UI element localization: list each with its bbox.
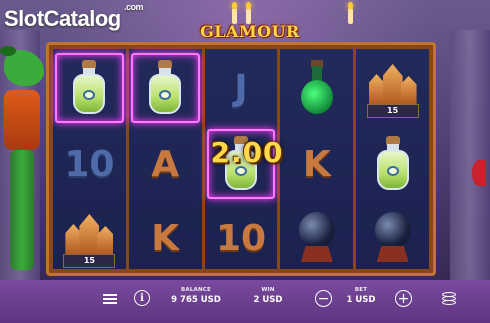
symbol-label: 10	[215, 217, 267, 259]
symbol-crystal: 15	[356, 51, 429, 125]
reel-5: 15	[356, 49, 429, 269]
symbol-label: A	[151, 143, 180, 185]
info-icon[interactable]: i	[134, 290, 150, 306]
balance-label: BALANCE	[180, 287, 211, 293]
symbol-orb	[280, 201, 353, 275]
balance-display: BALANCE 9 765 USD	[164, 287, 228, 305]
symbol-10: 10	[205, 201, 278, 275]
bet-value: 1 USD	[346, 295, 376, 305]
symbol-bottle	[53, 51, 126, 125]
symbol-bottle	[129, 51, 202, 125]
symbol-orb	[356, 201, 429, 275]
balance-value: 9 765 USD	[171, 295, 221, 305]
symbol-10: 10	[53, 127, 126, 201]
win-label: WIN	[261, 287, 275, 293]
menu-icon[interactable]	[102, 292, 118, 306]
win-amount-overlay: 2.00	[210, 136, 284, 169]
crocodile-character	[0, 40, 48, 276]
bet-decrease-button[interactable]: −	[315, 290, 332, 307]
green-potion-icon	[299, 60, 335, 116]
symbol-crystal: 15	[53, 201, 126, 275]
crystal-ball-icon	[371, 210, 415, 266]
slotcatalog-watermark: SlotCatalog .com	[4, 2, 144, 32]
coin-stack-icon[interactable]	[440, 287, 458, 309]
symbol-label: K	[302, 143, 331, 185]
crystal-ball-icon	[295, 210, 339, 266]
symbol-a: A	[129, 127, 202, 201]
watermark-suffix: .com	[124, 2, 144, 12]
win-value: 2 USD	[253, 295, 283, 305]
watermark-brand: SlotCatalog	[4, 6, 121, 31]
symbol-label: K	[151, 217, 180, 259]
symbol-label: J	[234, 67, 248, 109]
bottle-icon	[69, 60, 109, 116]
crystal-value: 15	[63, 254, 116, 268]
bet-increase-button[interactable]: +	[395, 290, 412, 307]
symbol-k: K	[129, 201, 202, 275]
reel-1: 10 15	[53, 49, 126, 269]
bet-display: BET 1 USD	[337, 287, 385, 305]
symbol-bottle	[356, 127, 429, 201]
game-screen: SlotCatalog .com GLAMOUR CROCODILE 10	[0, 0, 490, 323]
symbol-potion	[280, 51, 353, 125]
symbol-j: J	[205, 51, 278, 125]
win-display: WIN 2 USD	[244, 287, 292, 305]
bottle-icon	[145, 60, 185, 116]
crystal-icon: 15	[61, 208, 117, 268]
side-banner	[472, 160, 486, 186]
crystal-value: 15	[366, 104, 419, 118]
symbol-label: 10	[64, 143, 115, 185]
reel-2: A K	[128, 49, 202, 269]
crystal-icon: 15	[365, 58, 421, 118]
bet-label: BET	[354, 287, 368, 293]
bottle-icon	[373, 136, 413, 192]
